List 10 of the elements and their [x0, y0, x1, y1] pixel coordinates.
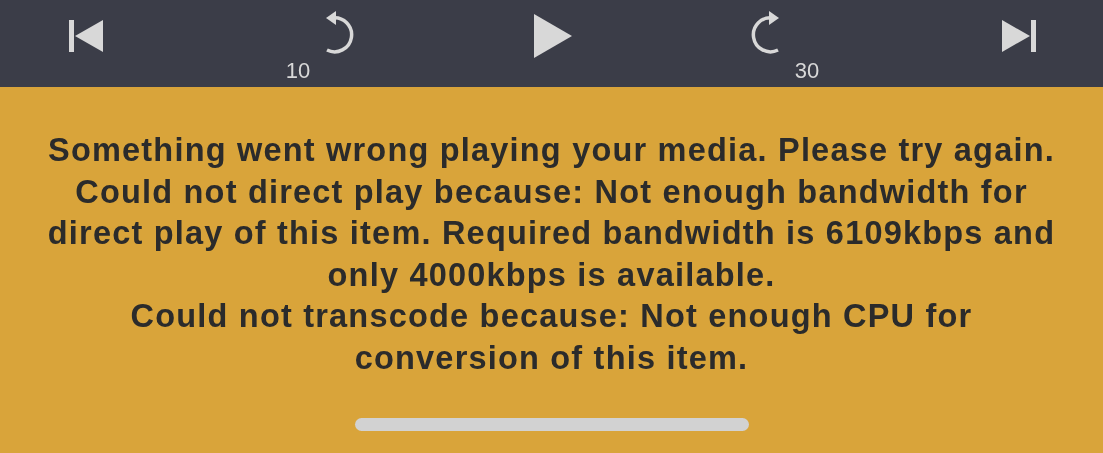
error-message-line: only 4000kbps is available.: [327, 255, 776, 295]
seconds-label: 10: [285, 59, 311, 82]
rewind-button[interactable]: 10: [285, 7, 354, 82]
forward-button[interactable]: 30: [751, 7, 820, 82]
error-message-line: Something went wrong playing your media. Please try again.: [48, 131, 1055, 170]
error-message-line: Could not direct play because: Not enough bandwidth for: [75, 172, 1028, 212]
error-message-line: conversion of this item.: [354, 338, 749, 378]
error-message-line: direct play of this item. Required bandwidth is 6109kbps and: [47, 214, 1056, 253]
seconds-label: 30: [794, 59, 820, 82]
error-message-line: Could not transcode because: Not enough CPU for: [130, 297, 973, 336]
